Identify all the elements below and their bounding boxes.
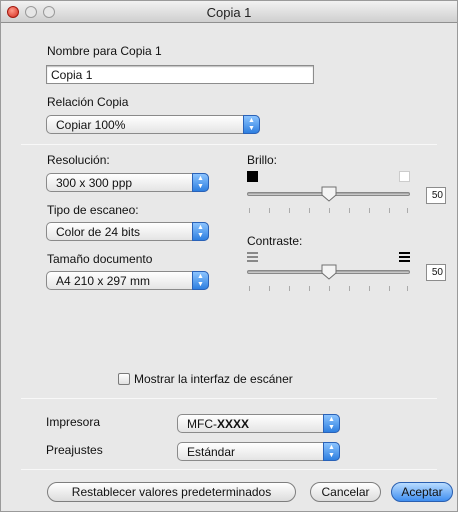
contrast-label: Contraste: xyxy=(247,234,303,248)
popup-arrows-icon: ▲ ▼ xyxy=(192,173,209,192)
printer-model-suffix: XXXX xyxy=(217,417,250,431)
copy-name-field[interactable] xyxy=(46,65,314,84)
resolution-label: Resolución: xyxy=(47,153,110,167)
brightness-label: Brillo: xyxy=(247,153,278,167)
scan-type-label: Tipo de escaneo: xyxy=(47,203,139,217)
popup-arrows-icon: ▲ ▼ xyxy=(192,222,209,241)
popup-arrows-icon: ▲ ▼ xyxy=(243,115,260,134)
accept-button[interactable]: Aceptar xyxy=(391,482,453,502)
popup-arrows-icon: ▲ ▼ xyxy=(192,271,209,290)
show-scanner-interface-checkbox[interactable] xyxy=(118,373,130,385)
presets-popup[interactable]: Estándar ▲ ▼ xyxy=(177,442,340,461)
copy-ratio-value: Copiar 100% xyxy=(56,118,126,132)
copy-name-label: Nombre para Copia 1 xyxy=(47,44,162,58)
window-title: Copia 1 xyxy=(206,5,252,20)
contrast-ticks xyxy=(247,286,410,291)
presets-label: Preajustes xyxy=(46,443,103,457)
contrast-value-field[interactable]: 50 xyxy=(426,264,446,281)
section-divider xyxy=(21,144,437,145)
resolution-value: 300 x 300 ppp xyxy=(56,176,133,190)
high-contrast-icon xyxy=(399,252,410,262)
presets-value: Estándar xyxy=(187,445,236,459)
title-bar: Copia 1 xyxy=(1,1,457,23)
cancel-button[interactable]: Cancelar xyxy=(310,482,381,502)
document-size-label: Tamaño documento xyxy=(47,252,153,266)
printer-popup[interactable]: MFC-XXXX ▲ ▼ xyxy=(177,414,340,433)
copy-dialog-window: Copia 1 Nombre para Copia 1 Relación Cop… xyxy=(0,0,458,512)
popup-arrows-icon: ▲ ▼ xyxy=(323,442,340,461)
reset-defaults-button[interactable]: Restablecer valores predeterminados xyxy=(47,482,296,502)
scan-type-value: Color de 24 bits xyxy=(56,225,141,239)
document-size-popup[interactable]: A4 210 x 297 mm ▲ ▼ xyxy=(46,271,209,290)
section-divider xyxy=(21,469,437,470)
document-size-value: A4 210 x 297 mm xyxy=(56,274,151,288)
section-divider xyxy=(21,398,437,399)
low-contrast-icon xyxy=(247,252,258,262)
dark-swatch-icon xyxy=(247,171,258,182)
scan-type-popup[interactable]: Color de 24 bits ▲ ▼ xyxy=(46,222,209,241)
resolution-popup[interactable]: 300 x 300 ppp ▲ ▼ xyxy=(46,173,209,192)
contrast-slider-thumb[interactable] xyxy=(320,264,338,280)
copy-ratio-popup[interactable]: Copiar 100% ▲ ▼ xyxy=(46,115,260,134)
printer-model-prefix: MFC- xyxy=(187,417,217,431)
copy-ratio-label: Relación Copia xyxy=(47,95,129,109)
show-scanner-interface-label: Mostrar la interfaz de escáner xyxy=(134,372,293,386)
popup-arrows-icon: ▲ ▼ xyxy=(323,414,340,433)
printer-label: Impresora xyxy=(46,415,101,429)
brightness-value-field[interactable]: 50 xyxy=(426,187,446,204)
brightness-ticks xyxy=(247,208,410,213)
brightness-slider-thumb[interactable] xyxy=(320,186,338,202)
light-swatch-icon xyxy=(399,171,410,182)
